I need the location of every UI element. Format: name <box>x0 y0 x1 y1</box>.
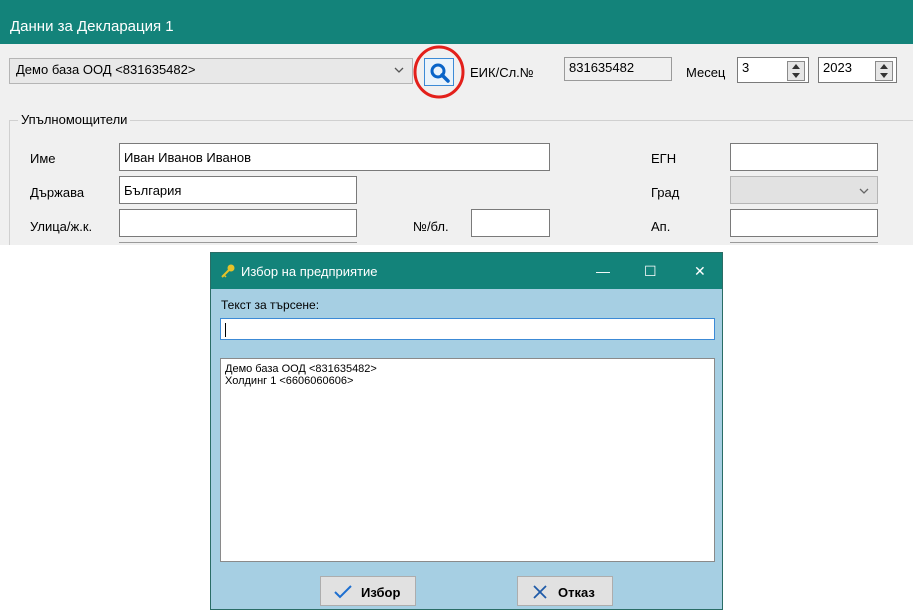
name-label: Име <box>30 151 56 166</box>
year-stepper[interactable]: 2023 <box>818 57 897 83</box>
apt-label: Ап. <box>651 219 671 234</box>
list-item[interactable]: Холдинг 1 <6606060606> <box>225 375 710 387</box>
window-title: Данни за Декларация 1 <box>0 0 913 44</box>
select-button-label: Избор <box>361 585 401 600</box>
number-field[interactable] <box>471 209 550 237</box>
section-label: Упълномощители <box>18 112 131 127</box>
declaration-window: Данни за Декларация 1 Демо база ООД <831… <box>0 0 913 245</box>
eik-field[interactable]: 831635482 <box>564 57 672 81</box>
cross-icon <box>533 585 547 599</box>
month-label: Месец <box>686 65 726 80</box>
egn-label: ЕГН <box>651 151 677 166</box>
highlight-circle <box>413 45 465 99</box>
street-field[interactable] <box>119 209 357 237</box>
chevron-down-icon <box>394 67 404 73</box>
eik-label: ЕИК/Сл.№ <box>470 65 534 80</box>
close-button[interactable]: ✕ <box>694 263 706 280</box>
next-row-field <box>119 242 357 245</box>
company-combo[interactable]: Демо база ООД <831635482> <box>9 58 413 84</box>
country-field[interactable]: България <box>119 176 357 204</box>
month-value: 3 <box>742 60 750 75</box>
text-caret <box>225 322 226 337</box>
next-row-field <box>730 242 878 245</box>
year-spin-icon[interactable] <box>875 61 893 81</box>
cancel-button[interactable]: Отказ <box>517 576 613 606</box>
search-label: Текст за търсене: <box>221 298 320 312</box>
apt-field[interactable] <box>730 209 878 237</box>
select-company-dialog: Избор на предприятие — ☐ ✕ Текст за търс… <box>210 252 723 610</box>
name-field[interactable]: Иван Иванов Иванов <box>119 143 550 171</box>
chevron-down-icon <box>859 188 869 194</box>
number-label: №/бл. <box>413 219 449 234</box>
cancel-button-label: Отказ <box>558 585 595 600</box>
city-combo[interactable] <box>730 176 878 204</box>
search-input[interactable] <box>220 318 715 340</box>
checkmark-icon <box>334 585 352 599</box>
maximize-button[interactable]: ☐ <box>644 263 657 280</box>
company-list[interactable]: Демо база ООД <831635482> Холдинг 1 <660… <box>220 358 715 562</box>
minimize-button[interactable]: — <box>596 263 610 279</box>
street-label: Улица/ж.к. <box>30 219 93 234</box>
city-label: Град <box>651 185 680 200</box>
month-stepper[interactable]: 3 <box>737 57 809 83</box>
list-item[interactable]: Демо база ООД <831635482> <box>225 363 710 375</box>
dialog-title: Избор на предприятие <box>241 264 378 279</box>
country-label: Държава <box>30 185 85 200</box>
month-spin-icon[interactable] <box>787 61 805 81</box>
year-value: 2023 <box>823 60 852 75</box>
key-icon <box>221 264 235 278</box>
dialog-titlebar: Избор на предприятие — ☐ ✕ <box>211 253 722 289</box>
egn-field[interactable] <box>730 143 878 171</box>
company-combo-value: Демо база ООД <831635482> <box>16 62 196 77</box>
select-button[interactable]: Избор <box>320 576 416 606</box>
